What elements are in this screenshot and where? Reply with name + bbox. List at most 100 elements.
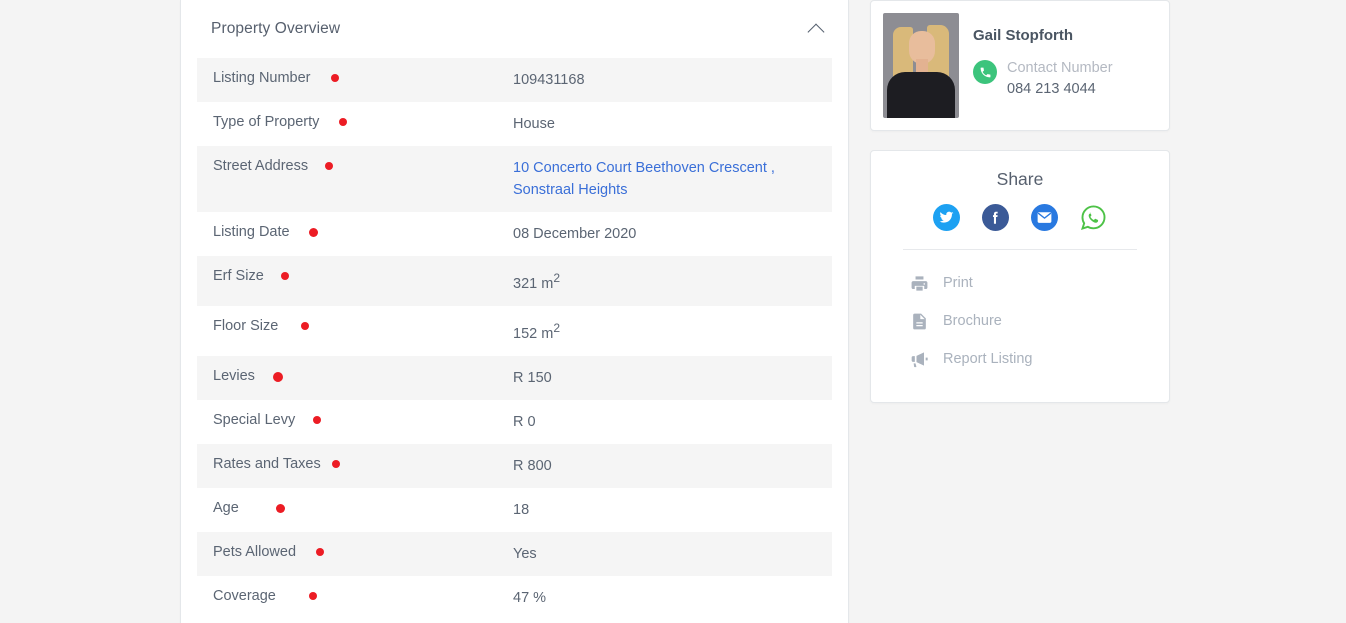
row-value: 18 <box>513 499 832 521</box>
share-divider <box>903 249 1137 250</box>
agent-card: Gail Stopforth Contact Number 084 213 40… <box>870 0 1170 131</box>
annotation-dot-marker <box>331 74 339 82</box>
table-row: Street Address 10 Concerto Court Beethove… <box>197 146 832 212</box>
row-label-text: Rates and Taxes <box>213 455 321 472</box>
row-value: Yes <box>513 543 832 565</box>
row-value-text: 08 December 2020 <box>513 226 637 242</box>
row-value-text: R 150 <box>513 369 552 386</box>
table-row: Type of Property House <box>197 102 832 146</box>
table-row: Listing Date 08 December 2020 <box>197 212 832 256</box>
row-value: House <box>513 113 832 135</box>
agent-contact[interactable]: Contact Number 084 213 4044 <box>973 58 1113 100</box>
contact-number-value: 084 213 4044 <box>1007 81 1096 97</box>
row-value-text: 47 % <box>513 589 547 606</box>
annotation-dot-marker <box>325 162 333 170</box>
property-details-table: Listing Number 109431168 Type of Property H… <box>197 58 832 620</box>
row-label: Listing Date <box>213 223 513 241</box>
annotation-dot-marker <box>309 228 318 237</box>
table-row: Pets Allowed Yes <box>197 531 832 576</box>
row-label-text: Street Address <box>213 158 309 174</box>
table-row: Floor Size 152 m2 <box>197 306 832 356</box>
row-label: Rates and Taxes <box>213 455 513 473</box>
avatar <box>883 13 959 118</box>
row-value: 08 December 2020 <box>513 223 832 245</box>
row-value: R 0 <box>513 411 832 433</box>
row-label-text: Floor Size <box>213 317 279 334</box>
row-label: Street Address <box>213 157 513 175</box>
row-value-text: R 0 <box>513 413 536 430</box>
row-label: Listing Number <box>213 69 513 87</box>
annotation-dot-marker <box>313 415 321 424</box>
print-label: Print <box>943 275 973 291</box>
report-listing-label: Report Listing <box>943 351 1033 367</box>
row-value-text: 321 m <box>513 275 554 292</box>
row-label: Floor Size <box>213 317 513 335</box>
megaphone-icon <box>909 349 929 369</box>
row-label-text: Levies <box>213 367 255 384</box>
property-overview-header[interactable]: Property Overview <box>181 0 848 58</box>
page-title: Property Overview <box>211 20 341 37</box>
email-icon[interactable] <box>1031 204 1058 231</box>
twitter-icon[interactable] <box>933 204 960 231</box>
annotation-dot-marker <box>339 118 347 126</box>
annotation-dot-marker <box>281 272 289 280</box>
agent-name: Gail Stopforth <box>973 27 1073 44</box>
report-listing-action[interactable]: Report Listing <box>895 340 1145 378</box>
table-row: Listing Number 109431168 <box>197 58 832 102</box>
row-value-superscript: 2 <box>553 271 561 285</box>
document-icon <box>909 311 929 331</box>
row-value-superscript: 2 <box>553 320 561 335</box>
printer-icon <box>909 273 929 293</box>
row-label: Coverage <box>213 587 513 605</box>
row-value-text: House <box>513 116 555 132</box>
row-label-text: Special Levy <box>213 411 296 428</box>
row-value-text: R 800 <box>513 457 552 474</box>
annotation-dot-marker <box>276 503 285 513</box>
table-row: Age 18 <box>197 488 832 532</box>
social-share-row <box>895 204 1145 231</box>
agent-info: Gail Stopforth Contact Number 084 213 40… <box>973 13 1113 118</box>
row-label-text: Listing Number <box>213 70 311 86</box>
table-row: Coverage 47 % <box>197 576 832 620</box>
brochure-action[interactable]: Brochure <box>895 302 1145 340</box>
print-action[interactable]: Print <box>895 264 1145 302</box>
share-actions-list: Print Brochure Report Listing <box>895 264 1145 378</box>
share-title: Share <box>996 169 1044 189</box>
row-label-text: Listing Date <box>213 224 290 240</box>
table-row: Rates and Taxes R 800 <box>197 443 832 488</box>
row-label: Age <box>213 499 513 517</box>
row-value-link[interactable]: 10 Concerto Court Beethoven Crescent , S… <box>513 157 832 201</box>
row-value: R 150 <box>513 367 832 389</box>
row-label: Type of Property <box>213 113 513 131</box>
contact-number-label: Contact Number <box>1007 60 1113 76</box>
chevron-up-icon[interactable] <box>807 19 827 39</box>
row-label-text: Pets Allowed <box>213 543 297 560</box>
row-label: Special Levy <box>213 411 513 429</box>
row-value: 321 m2 <box>513 267 832 295</box>
whatsapp-icon[interactable] <box>1080 204 1107 231</box>
row-value-text: 10 Concerto Court Beethoven Crescent , S… <box>513 160 775 198</box>
property-overview-card: Property Overview Listing Number 10943116… <box>180 0 849 623</box>
share-card: Share Print Brochure Report Listing <box>870 150 1170 403</box>
row-value-text: 109431168 <box>513 72 585 88</box>
row-value-text: 152 m <box>513 325 554 342</box>
phone-icon <box>973 60 997 84</box>
brochure-label: Brochure <box>943 313 1002 329</box>
page-root: Property Overview Listing Number 10943116… <box>0 0 1346 623</box>
row-label-text: Type of Property <box>213 114 320 130</box>
row-value: 47 % <box>513 587 832 609</box>
annotation-dot-marker <box>273 371 283 382</box>
table-row: Erf Size 321 m2 <box>197 256 832 306</box>
row-value: R 800 <box>513 455 832 477</box>
row-value-text: 18 <box>513 501 530 518</box>
row-label: Pets Allowed <box>213 543 513 561</box>
row-label-text: Coverage <box>213 587 276 604</box>
row-label: Levies <box>213 367 513 385</box>
annotation-dot-marker <box>301 321 309 330</box>
table-row: Levies R 150 <box>197 355 832 400</box>
row-label-text: Erf Size <box>213 268 264 284</box>
table-row: Special Levy R 0 <box>197 400 832 444</box>
row-value: 152 m2 <box>513 317 832 345</box>
facebook-icon[interactable] <box>982 204 1009 231</box>
annotation-dot-marker <box>316 547 324 556</box>
